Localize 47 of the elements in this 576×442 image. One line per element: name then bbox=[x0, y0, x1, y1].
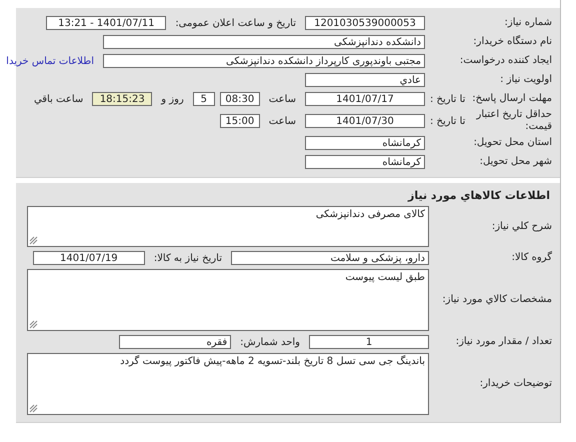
input-field[interactable]: کرمانشاه bbox=[305, 155, 425, 169]
field-label: شهر محل تحويل: bbox=[480, 156, 552, 168]
input-field[interactable]: دارو، پزشکی و سلامت bbox=[231, 251, 429, 265]
input-field[interactable]: 1401/07/19 bbox=[32, 251, 145, 265]
input-field[interactable]: فقره bbox=[119, 335, 232, 349]
input-field[interactable]: 1 bbox=[309, 335, 429, 349]
field-label: تاريخ و ساعت اعلان عمومی: bbox=[174, 18, 297, 28]
input-field[interactable]: 15:00 bbox=[220, 114, 260, 128]
resize-grip-icon[interactable] bbox=[29, 320, 38, 329]
resize-grip-icon[interactable] bbox=[29, 236, 38, 245]
field-label: مشخصات کالاي مورد نياز: bbox=[442, 294, 552, 306]
input-field[interactable]: مجتبی باوندپوری کارپرداز دانشکده دندانپزشکی bbox=[103, 54, 425, 68]
field-label: شماره نياز: bbox=[504, 17, 552, 29]
field-label: تاريخ نياز به کالا: bbox=[152, 252, 223, 264]
resize-grip-icon[interactable] bbox=[29, 404, 38, 413]
field-label: گروه کالا: bbox=[512, 252, 552, 264]
input-field[interactable]: 1201030539000053 bbox=[305, 16, 425, 30]
field-label: تعداد / مقدار مورد نياز: bbox=[456, 336, 552, 348]
field-label: واحد شمارش: bbox=[239, 336, 301, 348]
section-title: اطلاعات کالاهاي مورد نياز bbox=[406, 189, 550, 202]
countdown-field: 18:15:23 bbox=[92, 92, 152, 106]
input-field[interactable]: 5 bbox=[192, 92, 215, 106]
input-field[interactable]: 1401/07/17 bbox=[305, 92, 425, 106]
field-label: تا تاريخ : bbox=[430, 116, 466, 126]
field-label: ساعت bbox=[268, 94, 297, 104]
field-label: نام دستگاه خريدار: bbox=[473, 36, 552, 48]
field-label: روز و bbox=[160, 94, 185, 104]
field-label: استان محل تحويل: bbox=[474, 137, 552, 149]
contact-info-link[interactable]: اطلاعات تماس خریدا bbox=[2, 56, 98, 66]
text-area[interactable]: باندینگ جی سی تسل 8 تاریخ بلند-تسویه 2 ماهه-پیش فاکتور پیوست گردد bbox=[27, 353, 429, 415]
input-field[interactable]: کرمانشاه bbox=[305, 136, 425, 150]
text-area[interactable]: کالای مصرفی دندانپزشکی bbox=[27, 206, 429, 247]
text-area[interactable]: طبق لیست پیوست bbox=[27, 269, 429, 331]
field-label: مهلت ارسال پاسخ: bbox=[471, 93, 552, 105]
input-field[interactable]: 08:30 bbox=[220, 92, 260, 106]
field-label: شرح کلي نياز: bbox=[492, 220, 552, 232]
field-label: توضيحات خريدار: bbox=[480, 378, 552, 390]
field-label: تا تاريخ : bbox=[430, 94, 466, 104]
input-field[interactable]: دانشکده دندانپزشکی bbox=[103, 35, 425, 49]
field-label: ايجاد کننده درخواست: bbox=[460, 55, 552, 67]
field-label: ساعت باقي bbox=[32, 94, 84, 104]
field-label: ساعت bbox=[268, 116, 297, 126]
input-field[interactable]: 1401/07/11 - 13:21 bbox=[46, 16, 166, 30]
input-field[interactable]: 1401/07/30 bbox=[305, 114, 425, 128]
field-label: حداقل تاريخ اعتبار قيمت: bbox=[475, 109, 552, 133]
field-label: اولويت نياز : bbox=[500, 74, 552, 86]
input-field[interactable]: عادي bbox=[305, 73, 425, 87]
